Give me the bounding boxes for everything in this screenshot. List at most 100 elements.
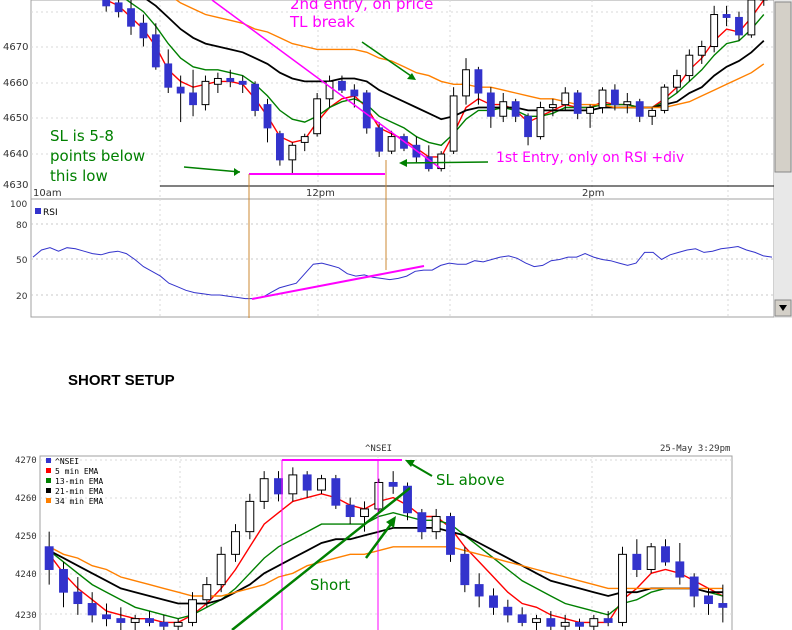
candle-body [360, 508, 369, 518]
legend-swatch [46, 498, 51, 503]
candle-body [417, 512, 427, 533]
rsi-ylabel: 20 [16, 292, 28, 302]
candle-body [503, 606, 513, 616]
candle-body [87, 603, 97, 616]
candle-body [226, 77, 235, 82]
entry2-annotation: 2nd entry, on price [290, 0, 433, 13]
candle-body [164, 63, 173, 88]
candle-body [486, 92, 495, 117]
candle-body [176, 86, 185, 94]
sl-above-annotation: SL above [436, 471, 505, 489]
candle-body [623, 101, 632, 106]
candle-body [575, 621, 584, 627]
vertical-scrollbar[interactable] [774, 0, 792, 318]
candle-body [288, 474, 298, 495]
candle-body [130, 618, 140, 623]
sl-annotation: SL is 5-8 [50, 127, 114, 145]
rsi-legend-label: RSI [43, 208, 58, 218]
candle-body [116, 618, 126, 623]
legend-label: 34 min EMA [55, 497, 103, 506]
candle-body [362, 92, 371, 129]
rsi-ylabel: 50 [16, 256, 28, 266]
candle-body [603, 618, 613, 623]
candle-body [188, 599, 197, 623]
candle-body [338, 80, 346, 91]
candle-body [102, 614, 111, 620]
section-heading: SHORT SETUP [68, 372, 175, 389]
candle-body [317, 478, 326, 491]
top-ylabel: 4640 [3, 149, 28, 160]
legend-swatch [46, 478, 51, 483]
sl-annotation: points below [50, 147, 145, 165]
candle-body [231, 531, 240, 555]
candle-body [302, 474, 312, 491]
candle-body [747, 0, 756, 36]
candle-body [245, 500, 255, 533]
candle-body [722, 14, 731, 18]
candle-body [710, 14, 719, 47]
candle-body [598, 89, 607, 109]
candle-body [345, 504, 355, 518]
rsi-legend-swatch [35, 208, 41, 214]
bottom-ylabel: 4270 [15, 456, 37, 466]
candle-body [673, 75, 681, 88]
candle-body [114, 2, 123, 13]
candle-body [462, 69, 470, 97]
sl-annotation: this low [50, 167, 108, 185]
legend-label: 5 min EMA [55, 467, 99, 476]
legend-label: 13-min EMA [55, 477, 103, 486]
bottom-ylabel: 4250 [15, 532, 37, 542]
candle-body [648, 109, 657, 117]
candle-body [431, 516, 441, 533]
candle-body [735, 16, 743, 36]
candle-body [201, 80, 210, 106]
candle-body [446, 516, 455, 555]
rsi-ylabel: 100 [10, 200, 27, 210]
candle-body [560, 621, 570, 627]
candle-body [331, 478, 341, 506]
entry1-arrow [401, 161, 489, 164]
bottom-title: ^NSEI [365, 444, 392, 454]
top-ylabel: 4630 [3, 180, 28, 191]
top-ylabel: 4650 [3, 113, 28, 124]
legend-label: 21-min EMA [55, 487, 103, 496]
candle-body [660, 86, 669, 111]
candle-body [350, 89, 359, 97]
candle-body [145, 618, 154, 623]
candle-body [718, 603, 728, 608]
candle-body [689, 576, 699, 597]
top-ylabel: 4660 [3, 78, 28, 89]
candle-body [449, 95, 458, 152]
candle-body [474, 584, 484, 597]
bottom-ylabel: 4230 [15, 611, 37, 621]
candle-body [586, 107, 595, 114]
candle-body [59, 568, 68, 593]
candle-body [313, 98, 322, 135]
candle-body [548, 104, 557, 109]
candle-body [697, 46, 706, 56]
top-xlabel: 10am [33, 188, 62, 199]
candle-body [561, 92, 570, 106]
candle-body [127, 8, 135, 27]
candle-body [44, 546, 54, 570]
candle-body [274, 478, 283, 495]
legend-swatch [46, 468, 51, 473]
candle-body [675, 561, 685, 578]
legend-label: ^NSEI [55, 457, 79, 466]
candle-body [275, 133, 284, 161]
candle-body [387, 136, 396, 152]
candle-body [202, 584, 212, 601]
candle-body [460, 553, 470, 586]
candle-body [375, 127, 384, 152]
bottom-chart: ^NSEI 25-May 3:29pm 4270 4260 4250 4240 … [0, 438, 792, 630]
candle-body [685, 54, 694, 77]
rsi-ylabel: 80 [16, 221, 28, 231]
candle-body [216, 553, 226, 586]
candle-body [300, 136, 309, 143]
entry1-annotation: 1st Entry, only on RSI +div [496, 150, 684, 166]
candle-body [610, 89, 619, 106]
candle-body [159, 621, 169, 627]
candle-body [213, 77, 222, 85]
candle-body [511, 101, 520, 117]
top-xlabel: 2pm [582, 188, 604, 199]
